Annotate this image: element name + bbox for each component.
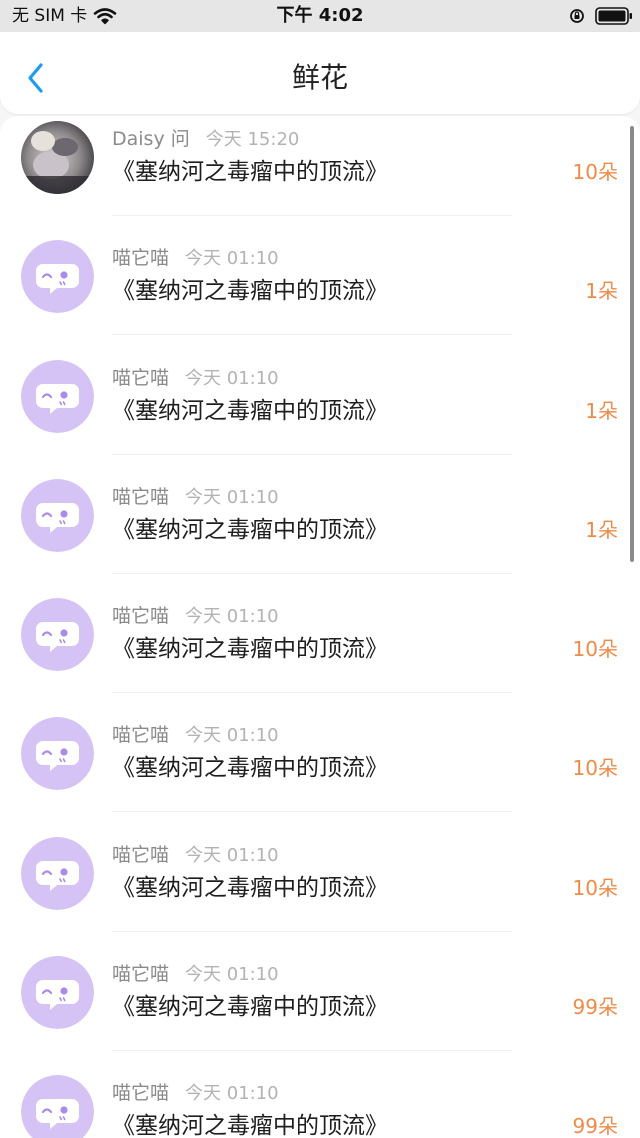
message-meta: Daisy 问今天 15:20 bbox=[112, 126, 299, 152]
message-time: 今天 01:10 bbox=[185, 248, 279, 270]
flower-count: 99朵 bbox=[572, 995, 618, 1020]
navigation-bar: 鲜花 bbox=[0, 32, 640, 114]
flower-count: 10朵 bbox=[572, 160, 618, 184]
list-item[interactable]: Daisy 问今天 15:20 《塞纳河之毒瘤中的顶流》 10朵 bbox=[0, 116, 640, 235]
status-time: 下午 4:02 bbox=[276, 5, 364, 26]
sender-name: 喵它喵 bbox=[112, 843, 170, 866]
message-time: 今天 01:10 bbox=[185, 1083, 279, 1105]
message-subject: 《塞纳河之毒瘤中的顶流》 bbox=[112, 636, 388, 663]
avatar bbox=[21, 836, 94, 910]
avatar bbox=[21, 956, 94, 1030]
sender-name: 喵它喵 bbox=[112, 485, 170, 508]
message-time: 今天 15:20 bbox=[205, 129, 300, 150]
sender-name: 喵它喵 bbox=[112, 366, 170, 389]
flower-count: 1朵 bbox=[585, 398, 618, 423]
divider bbox=[112, 453, 512, 455]
list-item[interactable]: 喵它喵 今天 01:10 《塞纳河之毒瘤中的顶流》 1朵 bbox=[0, 235, 640, 354]
status-bar: 无 SIM 卡 下午 4:02 bbox=[0, 0, 640, 32]
message-meta: 喵它喵 今天 01:10 bbox=[112, 842, 279, 868]
avatar bbox=[21, 121, 94, 194]
message-meta: 喵它喵 今天 01:10 bbox=[112, 722, 279, 748]
chat-bubble-icon bbox=[21, 717, 94, 791]
flower-count: 1朵 bbox=[585, 517, 618, 542]
message-time: 今天 01:10 bbox=[185, 844, 279, 866]
chat-bubble-icon bbox=[21, 1075, 94, 1138]
message-subject: 《塞纳河之毒瘤中的顶流》 bbox=[112, 755, 388, 782]
avatar bbox=[21, 717, 94, 791]
flower-count: 10朵 bbox=[572, 756, 618, 781]
message-meta: 喵它喵 今天 01:10 bbox=[112, 961, 279, 987]
divider bbox=[112, 1050, 512, 1052]
chat-bubble-icon bbox=[21, 478, 94, 552]
chat-bubble-icon bbox=[21, 359, 94, 433]
message-time: 今天 01:10 bbox=[185, 725, 279, 747]
page-title: 鲜花 bbox=[291, 61, 348, 94]
chat-bubble-icon bbox=[21, 836, 94, 910]
avatar bbox=[21, 598, 94, 672]
flower-count: 1朵 bbox=[585, 279, 618, 304]
message-subject: 《塞纳河之毒瘤中的顶流》 bbox=[112, 278, 388, 305]
chat-bubble-icon bbox=[21, 956, 94, 1030]
list-item[interactable]: 喵它喵 今天 01:10 《塞纳河之毒瘤中的顶流》 99朵 bbox=[0, 1070, 640, 1138]
flower-count: 99朵 bbox=[572, 1114, 618, 1138]
sender-name: 喵它喵 bbox=[112, 1082, 170, 1105]
list-item[interactable]: 喵它喵 今天 01:10 《塞纳河之毒瘤中的顶流》 99朵 bbox=[0, 951, 640, 1070]
message-time: 今天 01:10 bbox=[185, 964, 279, 986]
avatar bbox=[21, 240, 94, 314]
message-subject: 《塞纳河之毒瘤中的顶流》 bbox=[112, 159, 388, 185]
message-subject: 《塞纳河之毒瘤中的顶流》 bbox=[112, 994, 388, 1021]
divider bbox=[112, 811, 512, 813]
message-time: 今天 01:10 bbox=[185, 486, 279, 508]
orientation-lock-icon bbox=[569, 8, 585, 28]
message-subject: 《塞纳河之毒瘤中的顶流》 bbox=[112, 1113, 388, 1138]
scrollbar[interactable] bbox=[630, 126, 634, 562]
battery-icon bbox=[595, 7, 633, 29]
list-item[interactable]: 喵它喵 今天 01:10 《塞纳河之毒瘤中的顶流》 1朵 bbox=[0, 474, 640, 593]
list-item[interactable]: 喵它喵 今天 01:10 《塞纳河之毒瘤中的顶流》 10朵 bbox=[0, 712, 640, 831]
divider bbox=[112, 572, 512, 574]
sender-name: Daisy 问 bbox=[112, 128, 190, 150]
divider bbox=[112, 215, 512, 216]
chat-bubble-icon bbox=[21, 598, 94, 672]
flower-count: 10朵 bbox=[572, 875, 618, 900]
list-item[interactable]: 喵它喵 今天 01:10 《塞纳河之毒瘤中的顶流》 1朵 bbox=[0, 355, 640, 474]
message-meta: 喵它喵 今天 01:10 bbox=[112, 1080, 279, 1106]
message-meta: 喵它喵 今天 01:10 bbox=[112, 245, 279, 271]
avatar bbox=[21, 1075, 94, 1138]
message-subject: 《塞纳河之毒瘤中的顶流》 bbox=[112, 874, 388, 901]
chat-bubble-icon bbox=[21, 240, 94, 314]
list-item[interactable]: 喵它喵 今天 01:10 《塞纳河之毒瘤中的顶流》 10朵 bbox=[0, 832, 640, 951]
sender-name: 喵它喵 bbox=[112, 724, 170, 747]
sender-name: 喵它喵 bbox=[112, 247, 170, 270]
flower-count: 10朵 bbox=[572, 637, 618, 662]
user-photo bbox=[21, 121, 94, 194]
message-subject: 《塞纳河之毒瘤中的顶流》 bbox=[112, 397, 388, 424]
sender-name: 喵它喵 bbox=[112, 605, 170, 628]
message-meta: 喵它喵 今天 01:10 bbox=[112, 484, 279, 510]
divider bbox=[112, 930, 512, 932]
message-time: 今天 01:10 bbox=[185, 606, 279, 628]
list-item[interactable]: 喵它喵 今天 01:10 《塞纳河之毒瘤中的顶流》 10朵 bbox=[0, 593, 640, 712]
message-meta: 喵它喵 今天 01:10 bbox=[112, 365, 279, 391]
flower-list: Daisy 问今天 15:20 《塞纳河之毒瘤中的顶流》 10朵 喵它喵 今天 0… bbox=[0, 116, 640, 1138]
message-subject: 《塞纳河之毒瘤中的顶流》 bbox=[112, 516, 388, 543]
divider bbox=[112, 692, 512, 694]
sender-name: 喵它喵 bbox=[112, 963, 170, 986]
message-meta: 喵它喵 今天 01:10 bbox=[112, 603, 279, 629]
avatar bbox=[21, 478, 94, 552]
avatar bbox=[21, 359, 94, 433]
message-time: 今天 01:10 bbox=[185, 367, 279, 389]
divider bbox=[112, 334, 512, 336]
